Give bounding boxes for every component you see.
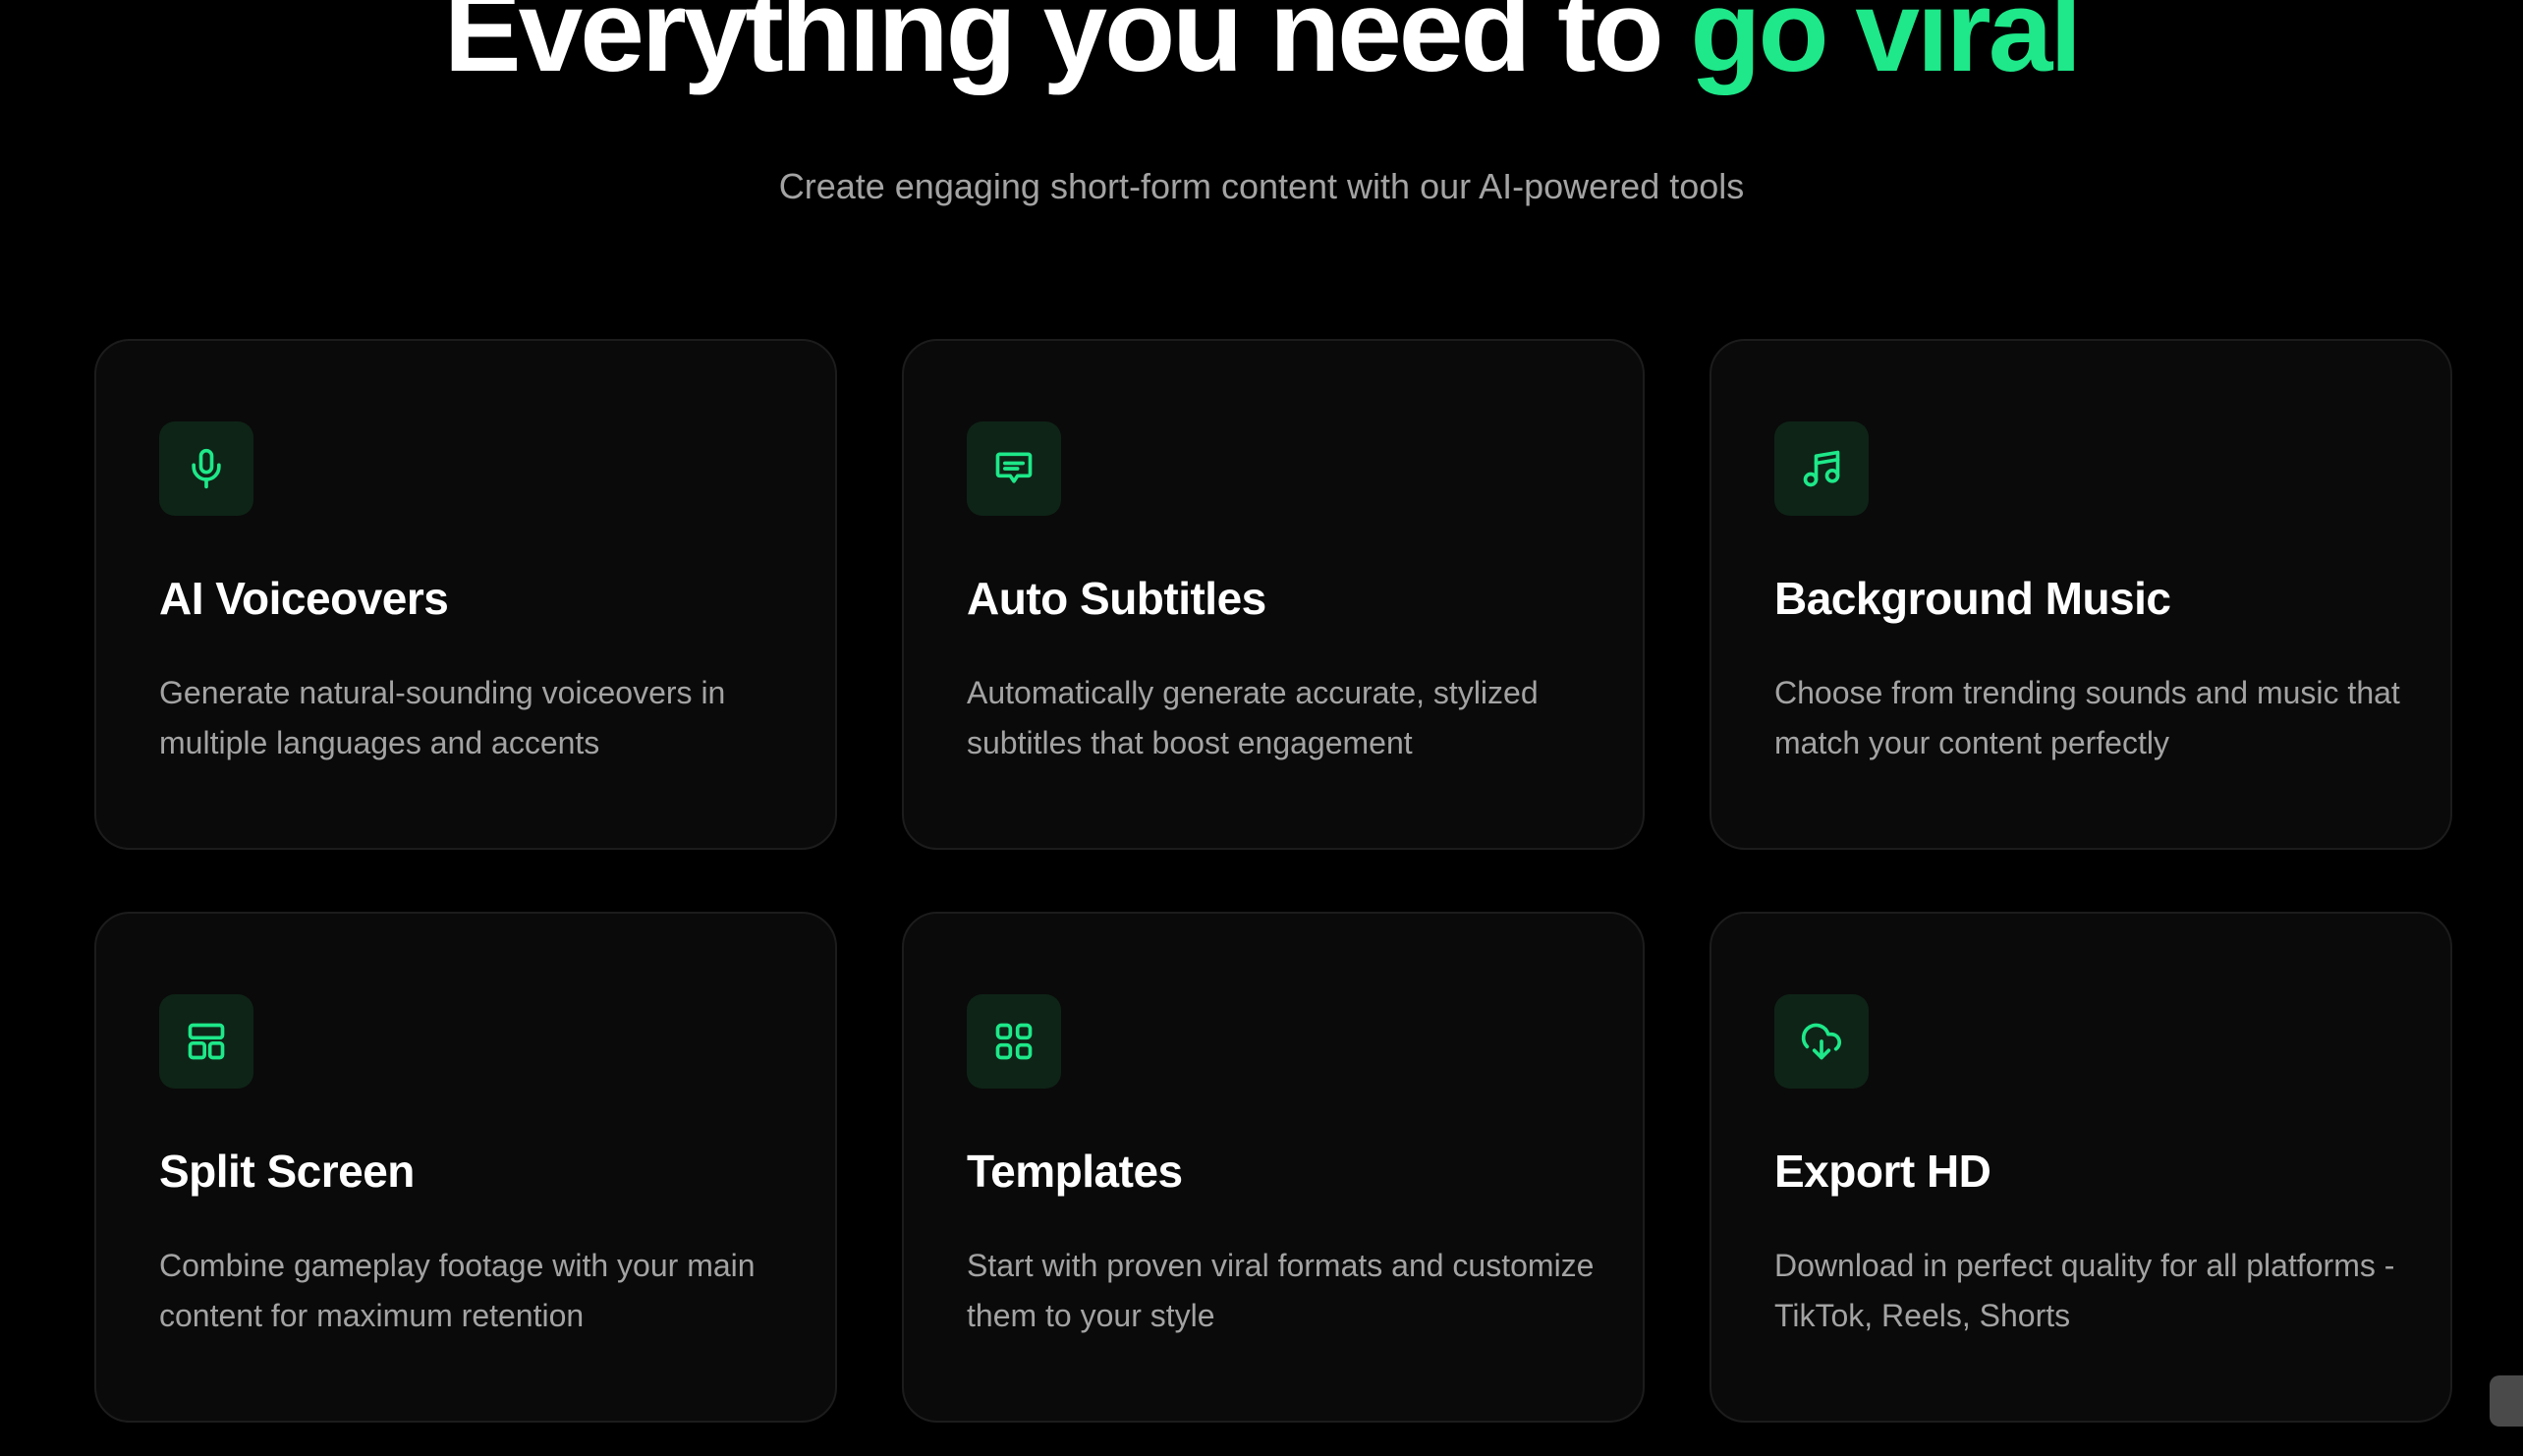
- feature-card-auto-subtitles: Auto Subtitles Automatically generate ac…: [902, 339, 1645, 850]
- feature-title: AI Voiceovers: [159, 573, 449, 624]
- feature-title: Auto Subtitles: [967, 573, 1266, 624]
- feature-description: Generate natural-sounding voiceovers in …: [159, 675, 726, 760]
- feature-card-background-music: Background Music Choose from trending so…: [1710, 339, 2452, 850]
- edge-tab-handle[interactable]: [2490, 1375, 2523, 1427]
- hero-subtitle: Create engaging short-form content with …: [778, 166, 1745, 206]
- feature-description: Choose from trending sounds and music th…: [1774, 675, 2400, 760]
- feature-description: Download in perfect quality for all plat…: [1774, 1248, 2395, 1333]
- feature-description: Automatically generate accurate, stylize…: [967, 675, 1539, 760]
- message-square-text-icon: [967, 421, 1061, 516]
- feature-title: Background Music: [1774, 573, 2171, 624]
- feature-title: Export HD: [1774, 1146, 1991, 1197]
- grid-icon: [967, 994, 1061, 1089]
- feature-title: Split Screen: [159, 1146, 415, 1197]
- microphone-icon: [159, 421, 253, 516]
- feature-description: Combine gameplay footage with your main …: [159, 1248, 756, 1333]
- feature-card-ai-voiceovers: AI Voiceovers Generate natural-sounding …: [94, 339, 837, 850]
- cloud-download-icon: [1774, 994, 1869, 1089]
- hero-title-accent: go viral: [1690, 0, 2082, 96]
- features-grid: AI Voiceovers Generate natural-sounding …: [94, 339, 2452, 1423]
- feature-card-split-screen: Split Screen Combine gameplay footage wi…: [94, 912, 837, 1423]
- feature-card-templates: Templates Start with proven viral format…: [902, 912, 1645, 1423]
- feature-description: Start with proven viral formats and cust…: [967, 1248, 1595, 1333]
- feature-card-export-hd: Export HD Download in perfect quality fo…: [1710, 912, 2452, 1423]
- music-icon: [1774, 421, 1869, 516]
- hero-title: Everything you need to go viral: [0, 0, 2523, 100]
- feature-title: Templates: [967, 1146, 1183, 1197]
- hero-title-main: Everything you need to: [443, 0, 1664, 96]
- layout-panels-icon: [159, 994, 253, 1089]
